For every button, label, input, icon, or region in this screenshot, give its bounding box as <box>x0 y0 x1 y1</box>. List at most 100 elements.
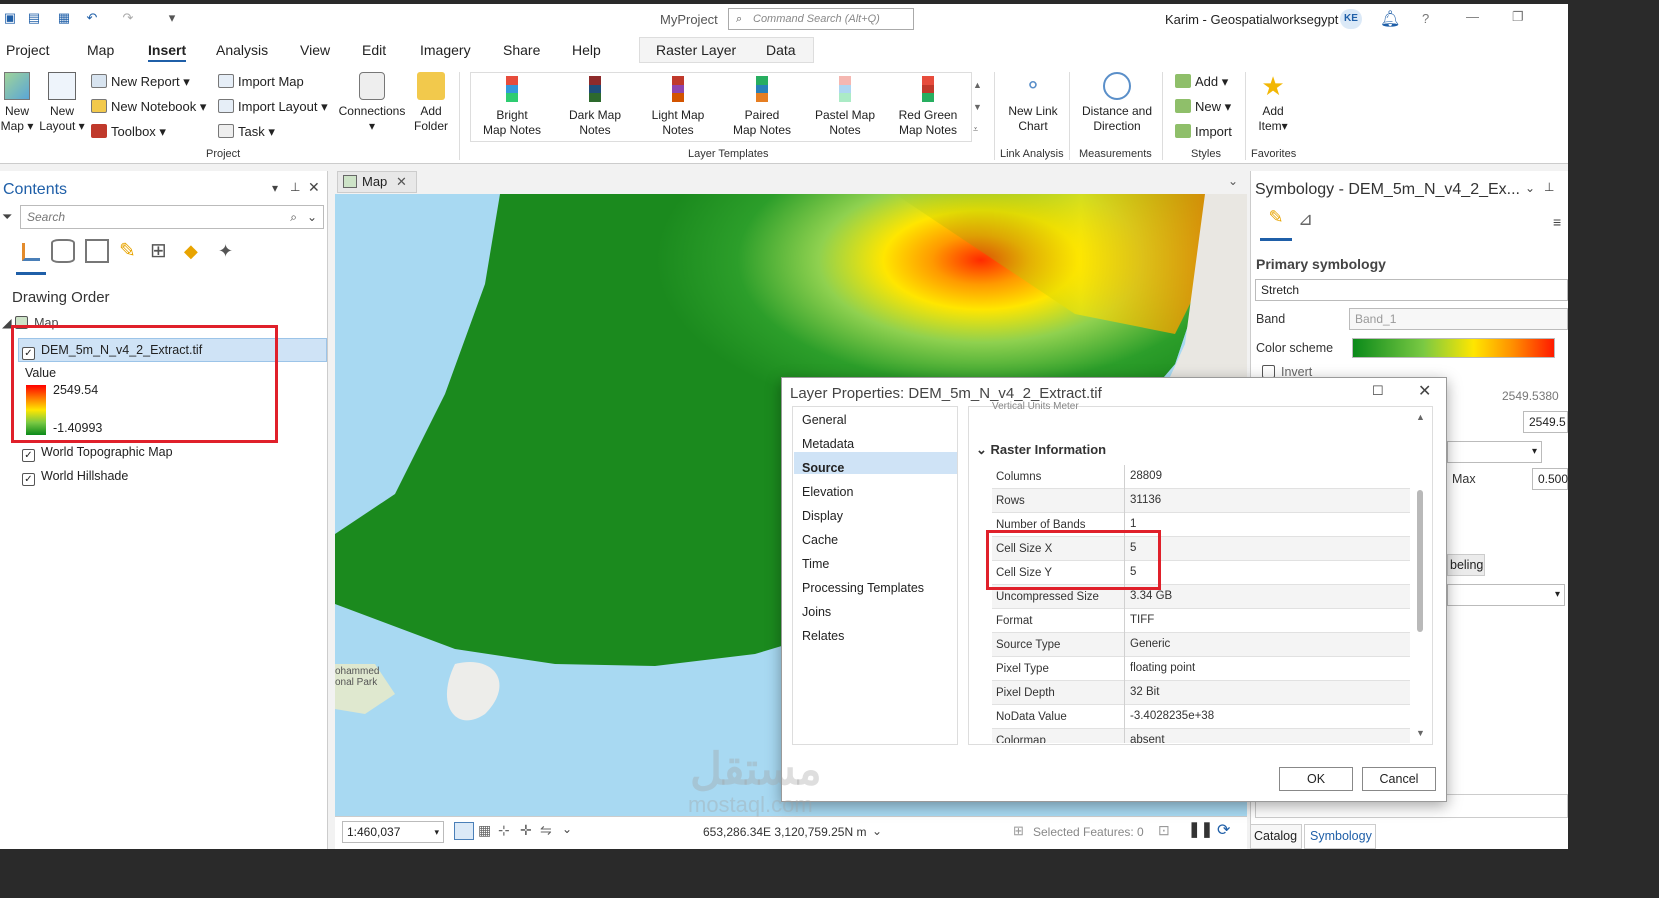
ok-button[interactable]: OK <box>1279 767 1353 791</box>
template-red-green[interactable]: Red Green Map Notes <box>894 76 962 138</box>
pin-icon[interactable]: ⊥ <box>1544 180 1554 194</box>
list-by-source-tab[interactable] <box>51 239 75 263</box>
scroll-up-icon[interactable]: ▲ <box>1416 412 1425 422</box>
checkbox-checked-icon[interactable]: ✓ <box>22 473 35 486</box>
primary-symbology-tab[interactable]: ✎ <box>1260 207 1292 241</box>
nav-general[interactable]: General <box>802 413 846 427</box>
pin-icon[interactable]: ⊥ <box>290 180 300 194</box>
tab-map[interactable]: Map <box>87 42 114 58</box>
template-paired[interactable]: Paired Map Notes <box>728 76 796 138</box>
crosshair-icon[interactable]: ✛ <box>520 822 532 839</box>
scale-selector[interactable]: 1:460,037 ▾ <box>342 821 444 843</box>
list-by-labeling-tab[interactable]: ◆ <box>184 239 208 263</box>
customize-toolbar-icon[interactable]: ▾ <box>164 10 180 26</box>
command-search-input[interactable]: ⌕ Command Search (Alt+Q) <box>728 8 914 30</box>
list-by-perspective-tab[interactable]: ✦ <box>218 239 242 263</box>
add-item-button[interactable]: ★ Add Item▾ <box>1252 72 1294 134</box>
tab-share[interactable]: Share <box>503 42 540 58</box>
styles-add-button[interactable]: Add ▾ <box>1175 74 1228 90</box>
chevron-down-icon[interactable]: ⌄ <box>1228 174 1238 188</box>
filter-icon[interactable]: ⏷ <box>2 209 12 225</box>
nav-display[interactable]: Display <box>802 509 843 523</box>
stretch-type-select[interactable]: ▾ <box>1447 441 1542 463</box>
band-select[interactable]: Band_1 <box>1349 308 1568 330</box>
color-scheme-picker[interactable] <box>1352 338 1555 358</box>
template-bright[interactable]: Bright Map Notes <box>478 76 546 138</box>
connections-button[interactable]: Connections ▾ <box>336 72 408 134</box>
renderer-select[interactable]: Stretch <box>1255 279 1568 301</box>
layer-world-topographic[interactable]: ✓ World Topographic Map <box>22 445 173 462</box>
nav-joins[interactable]: Joins <box>802 605 831 619</box>
open-folder-icon[interactable]: ▤ <box>26 10 42 26</box>
max-value-field[interactable]: 0.500 <box>1532 468 1568 490</box>
nav-source[interactable]: Source <box>802 461 844 475</box>
gallery-scroll[interactable]: ▲ ▼ ⩡ <box>973 74 982 140</box>
pane-menu-icon[interactable]: ▾ <box>272 181 278 195</box>
labeling-select[interactable]: ▾ <box>1447 584 1565 606</box>
list-by-snapping-tab[interactable]: ⊞ <box>150 239 174 263</box>
styles-import-button[interactable]: Import <box>1175 124 1232 139</box>
vary-symbology-tab[interactable]: ⊿ <box>1298 209 1313 230</box>
undo-icon[interactable]: ↶ <box>84 10 100 26</box>
import-layout-button[interactable]: Import Layout ▾ <box>218 99 328 115</box>
cancel-button[interactable]: Cancel <box>1362 767 1436 791</box>
layer-world-hillshade[interactable]: ✓ World Hillshade <box>22 469 128 486</box>
close-icon[interactable]: ✕ <box>1418 381 1431 401</box>
template-pastel[interactable]: Pastel Map Notes <box>812 76 878 138</box>
tab-view[interactable]: View <box>300 42 330 58</box>
tab-insert[interactable]: Insert <box>148 42 187 62</box>
scrollbar-thumb[interactable] <box>1417 490 1423 632</box>
new-layout-button[interactable]: New Layout ▾ <box>38 72 86 134</box>
nav-metadata[interactable]: Metadata <box>802 437 854 451</box>
task-button[interactable]: Task ▾ <box>218 124 275 140</box>
chevron-down-icon[interactable]: ⌄ <box>872 824 882 838</box>
list-by-editing-tab[interactable]: ✎ <box>119 239 143 263</box>
nav-time[interactable]: Time <box>802 557 829 571</box>
close-icon[interactable]: ✕ <box>396 172 407 192</box>
add-folder-button[interactable]: Add Folder <box>410 72 452 134</box>
tab-data[interactable]: Data <box>766 42 796 58</box>
nav-cache[interactable]: Cache <box>802 533 838 547</box>
notifications-icon[interactable]: 🔔︎ <box>1380 9 1400 29</box>
raster-info-section[interactable]: ⌄ Raster Information <box>976 442 1106 458</box>
nav-processing-templates[interactable]: Processing Templates <box>802 581 924 595</box>
styles-new-button[interactable]: New ▾ <box>1175 99 1231 115</box>
new-link-chart-button[interactable]: ⚬ New Link Chart <box>1001 72 1065 134</box>
chevron-down-icon[interactable]: ⌄ <box>562 822 572 836</box>
nav-elevation[interactable]: Elevation <box>802 485 853 499</box>
distance-direction-button[interactable]: Distance and Direction <box>1076 72 1158 134</box>
snapping-icon[interactable]: ▦ <box>478 822 491 839</box>
map-view-tab[interactable]: Map ✕ <box>337 171 417 193</box>
pause-icon[interactable]: ❚❚ <box>1188 820 1213 838</box>
new-map-button[interactable]: New Map ▾ <box>0 72 34 134</box>
list-by-drawing-order-tab[interactable] <box>16 239 46 275</box>
tab-help[interactable]: Help <box>572 42 601 58</box>
tab-analysis[interactable]: Analysis <box>216 42 268 58</box>
options-menu-icon[interactable]: ≡ <box>1553 214 1561 230</box>
tab-catalog[interactable]: Catalog <box>1250 824 1302 849</box>
tab-raster-layer[interactable]: Raster Layer <box>656 42 736 58</box>
labeling-tab[interactable]: beling <box>1447 554 1485 576</box>
refresh-cache-icon[interactable]: ⊡ <box>1158 822 1170 839</box>
refresh-icon[interactable]: ⟳ <box>1217 820 1230 840</box>
contents-search-input[interactable]: Search ⌕ ⌄ <box>20 205 324 229</box>
restore-icon[interactable]: ❐ <box>1512 9 1524 25</box>
help-icon[interactable]: ? <box>1422 11 1429 26</box>
user-avatar[interactable]: KE <box>1340 9 1362 29</box>
template-dark[interactable]: Dark Map Notes <box>562 76 628 138</box>
pane-menu-icon[interactable]: ⌄ <box>1525 181 1535 195</box>
stat-value-2-field[interactable]: 2549.5 <box>1523 411 1568 433</box>
nav-relates[interactable]: Relates <box>802 629 844 643</box>
grid-toggle-icon[interactable] <box>454 822 474 840</box>
checkbox-checked-icon[interactable]: ✓ <box>22 449 35 462</box>
list-by-selection-tab[interactable] <box>85 239 109 263</box>
save-icon[interactable]: ▦ <box>56 10 72 26</box>
new-notebook-button[interactable]: New Notebook ▾ <box>91 99 206 115</box>
tab-imagery[interactable]: Imagery <box>420 42 471 58</box>
scroll-down-icon[interactable]: ▼ <box>1416 728 1425 738</box>
constraints-icon[interactable]: ⊹ <box>498 822 510 839</box>
scrollbar[interactable]: ▲ ▼ <box>1414 412 1426 740</box>
tab-edit[interactable]: Edit <box>362 42 386 58</box>
import-map-button[interactable]: Import Map <box>218 74 304 89</box>
close-icon[interactable]: ✕ <box>308 179 320 196</box>
